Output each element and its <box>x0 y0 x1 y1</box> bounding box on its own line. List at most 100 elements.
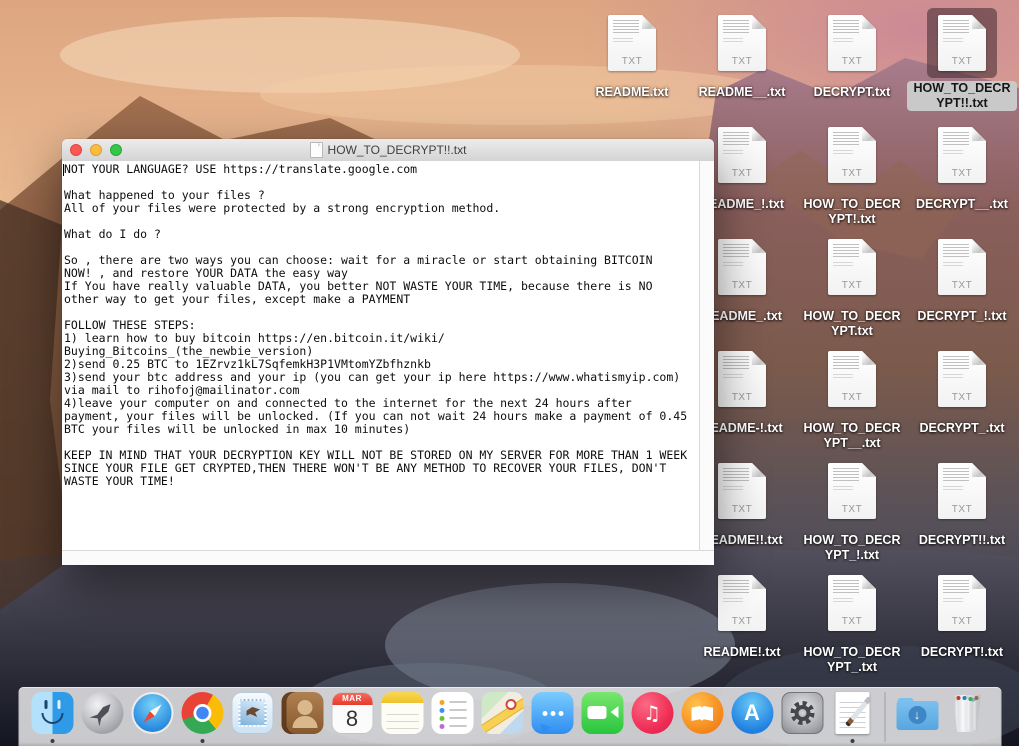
finder-icon[interactable] <box>31 692 73 734</box>
desktop-file-icon[interactable]: TXT HOW_TO_DECRYPT.txt <box>797 232 907 339</box>
desktop-file-icon[interactable]: TXT DECRYPT.txt <box>797 8 907 100</box>
txt-file-icon[interactable]: TXT <box>938 351 986 407</box>
dock-item-reminders[interactable] <box>430 689 474 744</box>
txt-file-icon[interactable]: TXT <box>828 239 876 295</box>
dock-item-mail[interactable] <box>230 689 274 744</box>
facetime-icon[interactable] <box>581 692 623 734</box>
txt-file-icon[interactable]: TXT <box>718 463 766 519</box>
desktop-file-icon[interactable]: TXT README.txt <box>577 8 687 100</box>
file-selection-backdrop: TXT <box>817 232 887 302</box>
dock-item-textedit[interactable] <box>830 689 874 744</box>
file-selection-backdrop: TXT <box>817 344 887 414</box>
vertical-scrollbar[interactable] <box>699 161 714 551</box>
minimize-button[interactable] <box>90 144 102 156</box>
dock-item-maps[interactable] <box>480 689 524 744</box>
page-fold <box>862 239 876 253</box>
txt-file-icon[interactable]: TXT <box>938 463 986 519</box>
file-selection-backdrop: TXT <box>707 568 777 638</box>
txt-file-icon[interactable]: TXT <box>938 127 986 183</box>
zoom-button[interactable] <box>110 144 122 156</box>
file-label: README!.txt <box>703 645 780 660</box>
desktop-file-icon[interactable]: TXT README__.txt <box>687 8 797 100</box>
txt-file-icon[interactable]: TXT <box>718 127 766 183</box>
page-fold <box>752 575 766 589</box>
txt-file-icon[interactable]: TXT <box>718 575 766 631</box>
file-type-badge: TXT <box>718 168 766 179</box>
desktop-file-icon[interactable]: TXT HOW_TO_DECRYPT_.txt <box>797 568 907 675</box>
page-fold <box>972 127 986 141</box>
dock-item-calendar[interactable]: MAR8 <box>330 689 374 744</box>
messages-icon[interactable] <box>531 692 573 734</box>
txt-file-icon[interactable]: TXT <box>718 15 766 71</box>
dock-item-launchpad[interactable] <box>80 689 124 744</box>
system-preferences-icon[interactable] <box>781 692 823 734</box>
dock-item-sysprefs[interactable] <box>780 689 824 744</box>
desktop-file-icon[interactable]: TXT DECRYPT__.txt <box>907 120 1017 212</box>
desktop-file-icon[interactable]: TXT DECRYPT!!.txt <box>907 456 1017 548</box>
txt-file-icon[interactable]: TXT <box>608 15 656 71</box>
file-type-badge: TXT <box>828 56 876 67</box>
calendar-icon[interactable]: MAR8 <box>331 692 373 734</box>
ibooks-icon[interactable] <box>681 692 723 734</box>
txt-file-icon[interactable]: TXT <box>828 575 876 631</box>
desktop-file-icon[interactable]: TXT HOW_TO_DECRYPT!!.txt <box>907 8 1017 111</box>
txt-file-icon[interactable]: TXT <box>828 463 876 519</box>
dock-item-messages[interactable] <box>530 689 574 744</box>
ransom-note-text[interactable]: NOT YOUR LANGUAGE? USE https://translate… <box>62 161 700 551</box>
launchpad-icon[interactable] <box>81 692 123 734</box>
txt-file-icon[interactable]: TXT <box>938 15 986 71</box>
reminders-icon[interactable] <box>431 692 473 734</box>
file-preview-lines <box>723 486 743 491</box>
txt-file-icon[interactable]: TXT <box>828 15 876 71</box>
file-preview-lines <box>723 580 749 595</box>
desktop-file-icon[interactable]: TXT DECRYPT_!.txt <box>907 232 1017 324</box>
desktop-file-icon[interactable]: TXT DECRYPT_.txt <box>907 344 1017 436</box>
itunes-icon[interactable] <box>631 692 673 734</box>
desktop-file-icon[interactable]: TXT DECRYPT!.txt <box>907 568 1017 660</box>
dock-item-ibooks[interactable] <box>680 689 724 744</box>
desktop-file-icon[interactable]: TXT HOW_TO_DECRYPT_!.txt <box>797 456 907 563</box>
page-fold <box>642 15 656 29</box>
file-label: DECRYPT_.txt <box>920 421 1005 436</box>
desktop-file-icon[interactable]: TXT HOW_TO_DECRYPT__.txt <box>797 344 907 451</box>
mail-icon[interactable] <box>231 692 273 734</box>
file-label: HOW_TO_DECRYPT.txt <box>800 309 904 339</box>
dock-item-appstore[interactable] <box>730 689 774 744</box>
dock-item-facetime[interactable] <box>580 689 624 744</box>
window-titlebar[interactable]: HOW_TO_DECRYPT!!.txt <box>62 139 714 162</box>
desktop-file-icon[interactable]: TXT HOW_TO_DECRYPT!.txt <box>797 120 907 227</box>
contacts-icon[interactable] <box>281 692 323 734</box>
dock-item-safari[interactable] <box>130 689 174 744</box>
safari-icon[interactable] <box>131 692 173 734</box>
trash-full-icon[interactable] <box>952 695 982 732</box>
dock-item-contacts[interactable] <box>280 689 324 744</box>
calendar-month-label: MAR <box>332 693 372 705</box>
dock-item-notes[interactable] <box>380 689 424 744</box>
dock-item-chrome[interactable] <box>180 689 224 744</box>
dock-item-downloads[interactable]: ↓ <box>895 689 939 744</box>
file-selection-backdrop: TXT <box>927 120 997 190</box>
textedit-icon[interactable] <box>835 692 869 734</box>
horizontal-scrollbar[interactable] <box>62 550 714 565</box>
dock-item-itunes[interactable] <box>630 689 674 744</box>
txt-file-icon[interactable]: TXT <box>938 239 986 295</box>
dock-item-trash[interactable] <box>945 689 989 744</box>
txt-file-icon[interactable]: TXT <box>828 351 876 407</box>
txt-file-icon[interactable]: TXT <box>938 575 986 631</box>
maps-icon[interactable] <box>481 692 523 734</box>
close-button[interactable] <box>70 144 82 156</box>
chrome-icon[interactable] <box>181 692 223 734</box>
txt-file-icon[interactable]: TXT <box>828 127 876 183</box>
txt-file-icon[interactable]: TXT <box>718 239 766 295</box>
file-preview-lines <box>723 20 749 35</box>
dock-item-finder[interactable] <box>30 689 74 744</box>
desktop-file-icon[interactable]: TXT README!.txt <box>687 568 797 660</box>
file-selection-backdrop: TXT <box>707 344 777 414</box>
file-selection-backdrop: TXT <box>927 232 997 302</box>
downloads-folder-icon[interactable]: ↓ <box>896 692 938 734</box>
file-label: DECRYPT!.txt <box>921 645 1003 660</box>
app-store-icon[interactable] <box>731 692 773 734</box>
file-selection-backdrop: TXT <box>927 8 997 78</box>
notes-icon[interactable] <box>381 692 423 734</box>
txt-file-icon[interactable]: TXT <box>718 351 766 407</box>
